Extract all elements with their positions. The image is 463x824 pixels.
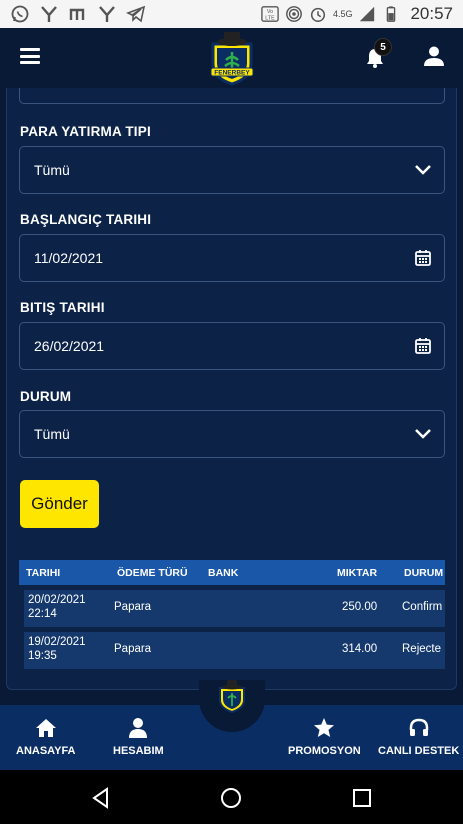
home-icon: [35, 719, 56, 737]
previous-field[interactable]: [19, 88, 445, 104]
row-time: 22:14: [28, 608, 57, 620]
row-amount: 314.00: [342, 643, 378, 655]
back-icon[interactable]: [90, 787, 112, 809]
row-amount: 250.00: [342, 601, 378, 613]
row-method: Papara: [114, 601, 152, 613]
status-left-icons: [10, 4, 146, 24]
nav-promotions-label: PROMOSYON: [288, 745, 361, 757]
nav-live-support[interactable]: CANLI DESTEK: [378, 717, 459, 757]
whatsapp-icon: [11, 5, 29, 23]
chevron-down-icon: [415, 165, 431, 175]
nav-live-support-label: CANLI DESTEK: [378, 745, 460, 757]
column-header-method[interactable]: ÖDEME TÜRÜ: [117, 567, 188, 579]
nav-account-label: HESABIM: [113, 745, 164, 757]
transactions-table: TARIHI ÖDEME TÜRÜ BANK MIKTAR DURUM 20/0…: [19, 560, 445, 669]
user-icon[interactable]: [423, 45, 445, 67]
system-nav-bar: [0, 770, 463, 824]
clock: 20:57: [410, 4, 453, 23]
headset-icon: [409, 718, 428, 736]
start-date-input[interactable]: 11/02/2021: [19, 234, 445, 282]
deposit-type-value: Tümü: [34, 162, 70, 178]
chevron-down-icon: [415, 429, 431, 439]
row-status: Confirm: [402, 601, 443, 613]
row-time: 19:35: [28, 650, 57, 662]
star-icon: [314, 718, 335, 737]
row-date: 19/02/2021: [28, 636, 86, 648]
fenerbey-logo[interactable]: FENERBEY: [205, 30, 259, 86]
svg-text:Vo: Vo: [267, 9, 273, 15]
row-method: Papara: [114, 643, 152, 655]
m-app-icon: [69, 8, 85, 20]
svg-text:LTE: LTE: [265, 15, 275, 21]
nav-home[interactable]: ANASAYFA: [16, 717, 76, 757]
alarm-icon: [310, 7, 326, 22]
telegram-icon: [126, 5, 146, 23]
status-label: DURUM: [20, 389, 72, 404]
end-date-label: BITIŞ TARIHI: [20, 300, 105, 315]
column-header-amount[interactable]: MIKTAR: [337, 567, 377, 579]
user-icon: [129, 718, 148, 738]
end-date-value: 26/02/2021: [34, 338, 105, 354]
nav-account[interactable]: HESABIM: [113, 717, 164, 757]
y-app-icon: [99, 6, 115, 22]
end-date-input[interactable]: 26/02/2021: [19, 322, 445, 370]
bottom-nav: ANASAYFA HESABIM PROMOSYON CANLI DESTEK: [0, 680, 463, 770]
signal-icon: [360, 6, 375, 22]
logo-text: FENERBEY: [214, 70, 250, 77]
column-header-bank[interactable]: BANK: [208, 567, 238, 579]
start-date-value: 11/02/2021: [34, 250, 104, 266]
row-status: Rejecte: [402, 643, 441, 655]
table-row[interactable]: 20/02/2021 22:14 Papara 250.00 Confirm: [24, 590, 445, 627]
status-bar: Vo LTE 4.5G 20:57: [0, 0, 463, 28]
status-select[interactable]: Tümü: [19, 410, 445, 458]
row-date: 20/02/2021: [28, 594, 86, 606]
nav-promotions[interactable]: PROMOSYON: [288, 717, 361, 757]
column-header-date[interactable]: TARIHI: [26, 567, 60, 579]
hotspot-icon: [286, 6, 302, 22]
status-right-icons: Vo LTE 4.5G 20:57: [261, 4, 453, 24]
home-button-icon[interactable]: [220, 787, 242, 809]
volte-icon: VoLTE: [261, 6, 279, 22]
calendar-icon[interactable]: [414, 337, 432, 355]
status-value: Tümü: [34, 426, 70, 442]
deposit-type-select[interactable]: Tümü: [19, 146, 445, 194]
recents-icon[interactable]: [351, 787, 373, 809]
submit-button[interactable]: Gönder: [20, 480, 99, 528]
table-header: TARIHI ÖDEME TÜRÜ BANK MIKTAR DURUM: [19, 560, 445, 585]
filter-panel: PARA YATIRMA TIPI Tümü BAŞLANGIÇ TARIHI …: [6, 88, 457, 690]
nav-home-label: ANASAYFA: [16, 745, 76, 757]
calendar-icon[interactable]: [414, 249, 432, 267]
menu-icon[interactable]: [20, 48, 40, 64]
start-date-label: BAŞLANGIÇ TARIHI: [20, 212, 152, 227]
app-header: FENERBEY 5: [0, 28, 463, 88]
deposit-type-label: PARA YATIRMA TIPI: [20, 124, 151, 139]
column-header-status[interactable]: DURUM: [404, 567, 443, 579]
battery-icon: [387, 6, 396, 22]
fenerbey-logo-small[interactable]: [216, 679, 248, 713]
notification-badge: 5: [374, 38, 392, 56]
network-type: 4.5G: [332, 8, 353, 19]
table-row[interactable]: 19/02/2021 19:35 Papara 314.00 Rejecte: [24, 632, 445, 669]
y-app-icon: [41, 6, 57, 22]
